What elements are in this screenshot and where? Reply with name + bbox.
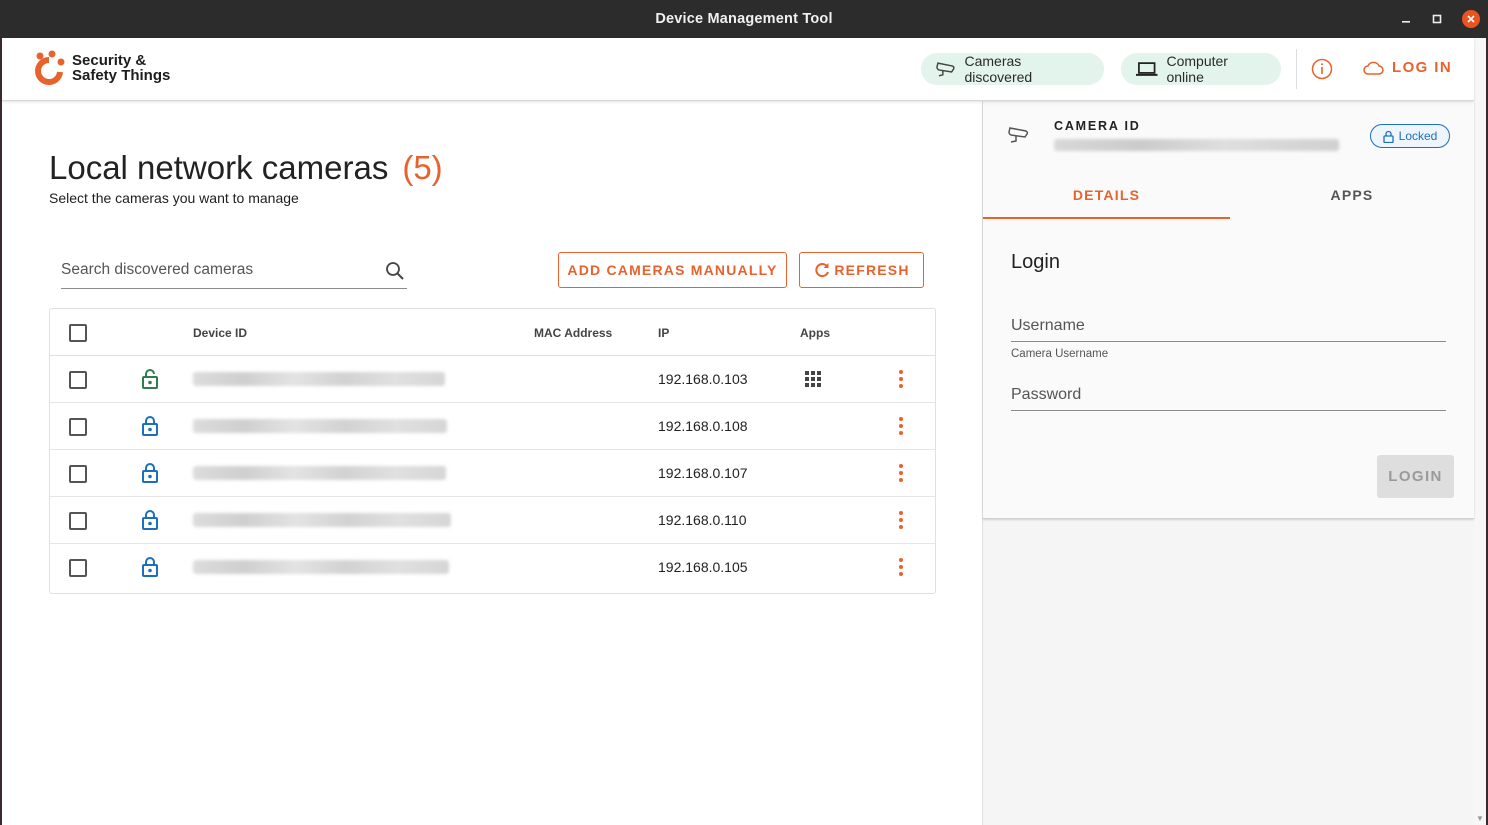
lock-icon	[142, 416, 158, 436]
main-content: Local network cameras (5) Select the came…	[2, 101, 982, 825]
header-divider	[1296, 49, 1297, 89]
close-icon	[1462, 10, 1480, 28]
camera-details-panel: CAMERA ID Locked DETAILS APPS Login Came…	[982, 101, 1474, 825]
row-checkbox[interactable]	[69, 371, 87, 389]
table-header: Device ID MAC Address IP Apps	[50, 309, 935, 356]
computer-online-chip[interactable]: Computer online	[1121, 53, 1281, 85]
camera-count: (5)	[402, 149, 443, 186]
camera-id-redacted	[1054, 139, 1339, 151]
search-icon[interactable]	[385, 261, 405, 281]
cameras-discovered-label: Cameras discovered	[964, 53, 1033, 85]
table-row[interactable]: 192.168.0.107	[50, 450, 935, 497]
tab-details[interactable]: DETAILS	[983, 179, 1230, 219]
ip-address: 192.168.0.108	[658, 418, 748, 434]
row-checkbox[interactable]	[69, 512, 87, 530]
brand-name: Security & Safety Things	[72, 53, 170, 83]
header-login-label: LOG IN	[1392, 59, 1453, 76]
device-id-redacted	[193, 372, 445, 386]
locked-badge-label: Locked	[1398, 129, 1438, 143]
page-title-text: Local network cameras	[49, 149, 389, 186]
row-checkbox[interactable]	[69, 559, 87, 577]
device-id-redacted	[193, 513, 451, 527]
lock-icon	[142, 557, 158, 577]
row-checkbox[interactable]	[69, 465, 87, 483]
window-title: Device Management Tool	[655, 11, 833, 27]
column-header-device-id[interactable]: Device ID	[193, 326, 247, 340]
camera-details-card: CAMERA ID Locked DETAILS APPS Login Came…	[983, 101, 1474, 519]
refresh-button[interactable]: REFRESH	[799, 252, 924, 288]
brand-line-2: Safety Things	[72, 67, 171, 84]
minimize-button[interactable]	[1396, 9, 1416, 29]
ip-address: 192.168.0.107	[658, 465, 748, 481]
camera-icon	[936, 62, 955, 77]
more-options-icon[interactable]	[898, 557, 904, 577]
username-field[interactable]	[1011, 306, 1446, 342]
add-cameras-manually-button[interactable]: ADD CAMERAS MANUALLY	[558, 252, 787, 288]
camera-id-label: CAMERA ID	[1054, 119, 1141, 133]
lock-icon	[142, 510, 158, 530]
more-options-icon[interactable]	[898, 416, 904, 436]
login-section-title: Login	[1011, 251, 1060, 273]
password-input[interactable]	[1011, 386, 1431, 404]
lock-icon	[1382, 130, 1394, 143]
camera-icon	[1008, 127, 1029, 143]
table-row[interactable]: 192.168.0.105	[50, 544, 935, 591]
laptop-icon	[1135, 62, 1158, 76]
row-checkbox[interactable]	[69, 418, 87, 436]
refresh-icon	[815, 263, 830, 278]
unlocked-icon	[142, 369, 158, 389]
ip-address: 192.168.0.105	[658, 559, 748, 575]
cameras-table: Device ID MAC Address IP Apps 192.168.0.…	[49, 308, 936, 594]
tab-apps[interactable]: APPS	[1230, 179, 1474, 219]
more-options-icon[interactable]	[898, 463, 904, 483]
login-button[interactable]: LOGIN	[1377, 455, 1454, 498]
scroll-down-arrow-icon[interactable]: ▼	[1476, 814, 1484, 823]
app-header: Security & Safety Things Cameras discove…	[2, 38, 1474, 101]
device-id-redacted	[193, 466, 446, 480]
apps-grid-icon[interactable]	[805, 371, 821, 387]
info-icon[interactable]	[1311, 58, 1333, 85]
ip-address: 192.168.0.110	[658, 512, 747, 528]
search-input[interactable]	[61, 261, 371, 279]
page-subtitle: Select the cameras you want to manage	[49, 190, 299, 206]
table-row[interactable]: 192.168.0.108	[50, 403, 935, 450]
scrollbar[interactable]	[1474, 38, 1486, 825]
locked-badge: Locked	[1370, 124, 1450, 148]
window-titlebar: Device Management Tool	[0, 0, 1488, 38]
brand-line-1: Security &	[72, 52, 147, 69]
password-field[interactable]	[1011, 375, 1446, 411]
ip-address: 192.168.0.103	[658, 371, 748, 387]
close-button[interactable]	[1461, 9, 1481, 29]
maximize-button[interactable]	[1427, 9, 1447, 29]
cloud-icon	[1363, 61, 1384, 75]
select-all-checkbox[interactable]	[69, 324, 87, 342]
more-options-icon[interactable]	[898, 369, 904, 389]
refresh-label: REFRESH	[834, 262, 910, 278]
cameras-discovered-chip[interactable]: Cameras discovered	[921, 53, 1104, 85]
computer-online-label: Computer online	[1166, 53, 1228, 85]
more-options-icon[interactable]	[898, 510, 904, 530]
device-id-redacted	[193, 419, 447, 433]
table-row[interactable]: 192.168.0.110	[50, 497, 935, 544]
brand-logo[interactable]: Security & Safety Things	[32, 50, 170, 86]
minimize-icon	[1402, 21, 1410, 23]
table-row[interactable]: 192.168.0.103	[50, 356, 935, 403]
page-title: Local network cameras (5)	[49, 149, 443, 187]
column-header-apps[interactable]: Apps	[800, 326, 830, 340]
username-helper-text: Camera Username	[1011, 348, 1109, 360]
search-field[interactable]	[61, 251, 407, 289]
header-login-button[interactable]: LOG IN	[1362, 59, 1452, 76]
maximize-icon	[1432, 14, 1442, 24]
column-header-ip[interactable]: IP	[658, 326, 669, 340]
column-header-mac[interactable]: MAC Address	[534, 326, 612, 340]
lock-icon	[142, 463, 158, 483]
device-id-redacted	[193, 560, 449, 574]
brand-logo-icon	[35, 50, 65, 85]
username-input[interactable]	[1011, 317, 1431, 335]
